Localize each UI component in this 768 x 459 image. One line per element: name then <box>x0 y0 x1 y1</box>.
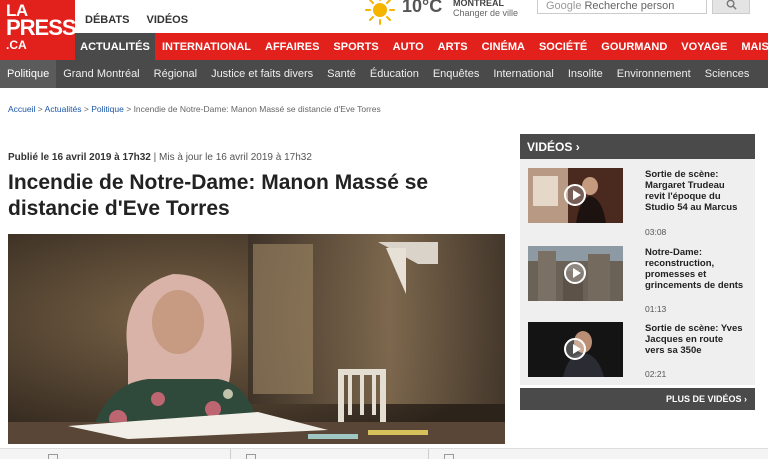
subnav-international[interactable]: International <box>486 68 561 80</box>
search-placeholder: Recherche person <box>584 0 675 12</box>
article-dates: Publié le 16 avril 2019 à 17h32 | Mis à … <box>8 152 312 163</box>
divider <box>230 449 231 459</box>
top-links: DÉBATS VIDÉOS <box>85 14 202 26</box>
weather-city: MONTRÉAL <box>453 0 504 8</box>
temperature: 10°C <box>402 0 443 16</box>
nav-sports[interactable]: SPORTS <box>333 41 378 53</box>
videos-header[interactable]: VIDÉOS › <box>520 134 755 159</box>
video-duration: 01:13 <box>645 304 667 314</box>
nav-affaires[interactable]: AFFAIRES <box>265 41 319 53</box>
video-thumbnail[interactable] <box>528 168 623 223</box>
divider <box>428 449 429 459</box>
search-engine-label: Google <box>546 0 582 12</box>
share-icon[interactable] <box>444 454 454 459</box>
sun-icon <box>365 0 395 25</box>
breadcrumb-separator: > <box>37 104 43 114</box>
subnav-insolite[interactable]: Insolite <box>561 68 610 80</box>
video-duration: 03:08 <box>645 227 667 237</box>
toplink-videos[interactable]: VIDÉOS <box>146 14 188 26</box>
logo-line-3: .CA <box>6 38 27 52</box>
videos-header-label: VIDÉOS <box>527 140 573 154</box>
play-icon <box>564 338 586 360</box>
bottom-strip <box>0 448 768 459</box>
play-icon <box>564 184 586 206</box>
subnav-environnement[interactable]: Environnement <box>610 68 698 80</box>
top-header: LA PRESSE .CA DÉBATS VIDÉOS 10°C MONTRÉA… <box>0 0 768 60</box>
search-button[interactable] <box>712 0 750 14</box>
subnav-politique[interactable]: Politique <box>0 60 57 88</box>
search-input[interactable]: Google Recherche person <box>537 0 707 14</box>
breadcrumb-actualites[interactable]: Actualités <box>45 104 82 114</box>
article-headline: Incendie de Notre-Dame: Manon Massé se d… <box>8 171 429 220</box>
subnav-regional[interactable]: Régional <box>147 68 204 80</box>
video-item[interactable]: Sortie de scène: Margaret Trudeau revit … <box>528 165 750 237</box>
nav-international[interactable]: INTERNATIONAL <box>162 41 251 53</box>
breadcrumb-accueil[interactable]: Accueil <box>8 104 35 114</box>
video-thumbnail[interactable] <box>528 322 623 377</box>
primary-nav: ACTUALITÉS INTERNATIONAL AFFAIRES SPORTS… <box>75 33 768 60</box>
nav-arts[interactable]: ARTS <box>438 41 468 53</box>
share-icon[interactable] <box>48 454 58 459</box>
video-item[interactable]: Sortie de scène: Yves Jacques en route v… <box>528 319 750 379</box>
toplink-debats[interactable]: DÉBATS <box>85 14 129 26</box>
share-icon[interactable] <box>246 454 256 459</box>
subnav-justice[interactable]: Justice et faits divers <box>204 68 320 80</box>
nav-actualites[interactable]: ACTUALITÉS <box>75 33 155 60</box>
nav-maison[interactable]: MAISON <box>741 41 768 53</box>
video-title[interactable]: Sortie de scène: Yves Jacques en route v… <box>645 323 745 356</box>
subnav-grand-montreal[interactable]: Grand Montréal <box>56 68 146 80</box>
subnav-enquetes[interactable]: Enquêtes <box>426 68 486 80</box>
breadcrumb-current: Incendie de Notre-Dame: Manon Massé se d… <box>133 104 381 114</box>
video-thumbnail[interactable] <box>528 246 623 301</box>
chevron-right-icon: › <box>575 140 580 154</box>
article-photo-illustration <box>8 234 505 444</box>
updated-date: | Mis à jour le 16 avril 2019 à 17h32 <box>153 152 312 163</box>
breadcrumb-separator: > <box>126 104 132 114</box>
nav-cinema[interactable]: CINÉMA <box>482 41 525 53</box>
breadcrumb-politique[interactable]: Politique <box>91 104 124 114</box>
subnav-sciences[interactable]: Sciences <box>698 68 757 80</box>
more-videos-button[interactable]: PLUS DE VIDÉOS › <box>520 388 755 410</box>
subnav-sante[interactable]: Santé <box>320 68 363 80</box>
video-title[interactable]: Sortie de scène: Margaret Trudeau revit … <box>645 169 745 213</box>
video-duration: 02:21 <box>645 369 667 379</box>
logo-line-2: PRESSE <box>6 15 90 40</box>
search-icon <box>726 0 737 10</box>
la-presse-logo[interactable]: LA PRESSE .CA <box>0 0 90 60</box>
nav-gourmand[interactable]: GOURMAND <box>601 41 667 53</box>
breadcrumb-separator: > <box>83 104 89 114</box>
play-icon <box>564 262 586 284</box>
change-city-link[interactable]: Changer de ville <box>453 8 518 18</box>
video-item[interactable]: Notre-Dame: reconstruction, promesses et… <box>528 243 750 314</box>
nav-auto[interactable]: AUTO <box>393 41 424 53</box>
video-title[interactable]: Notre-Dame: reconstruction, promesses et… <box>645 247 745 291</box>
nav-societe[interactable]: SOCIÉTÉ <box>539 41 587 53</box>
breadcrumb: Accueil > Actualités > Politique > Incen… <box>8 104 381 114</box>
article-photo[interactable] <box>8 234 505 444</box>
subnav-education[interactable]: Éducation <box>363 68 426 80</box>
videos-list: Sortie de scène: Margaret Trudeau revit … <box>520 159 755 385</box>
nav-voyage[interactable]: VOYAGE <box>681 41 727 53</box>
secondary-nav: Politique Grand Montréal Régional Justic… <box>0 60 768 88</box>
published-date: Publié le 16 avril 2019 à 17h32 <box>8 152 151 163</box>
